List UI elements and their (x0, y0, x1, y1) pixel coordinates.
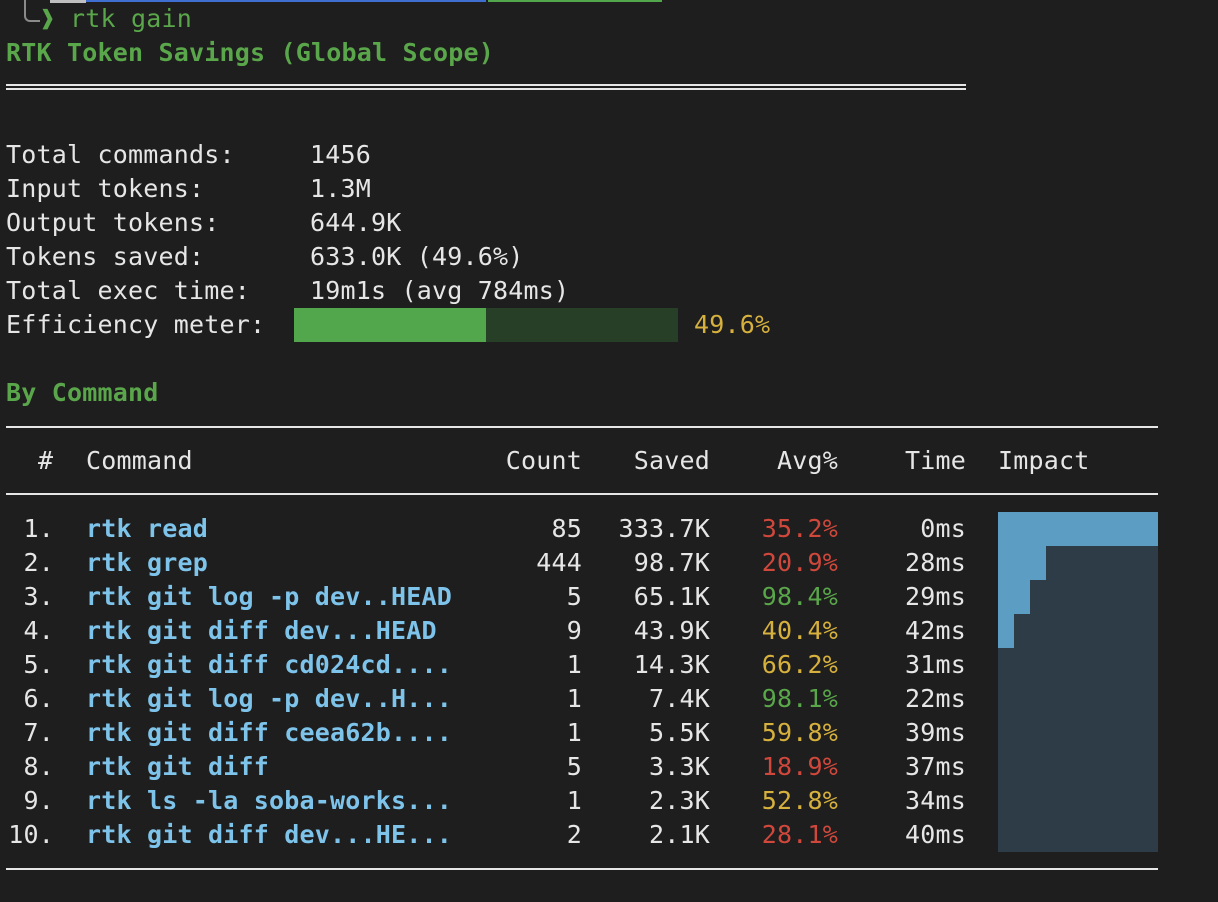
table-bottom-rule (6, 868, 1158, 870)
row-command: rtk git diff (86, 752, 270, 781)
efficiency-meter (294, 308, 678, 342)
row-time: 34ms (904, 786, 966, 815)
efficiency-meter-label: Efficiency meter: (6, 310, 266, 339)
summary-label: Total exec time: (6, 276, 251, 305)
row-count: 5 (566, 752, 582, 781)
row-avg-percent: 98.1% (761, 684, 838, 713)
row-saved: 14.3K (633, 650, 710, 679)
row-count: 1 (566, 650, 582, 679)
by-command-heading: By Command (6, 378, 159, 407)
row-time: 42ms (904, 616, 966, 645)
prompt-command: rtk gain (70, 2, 192, 36)
row-command: rtk git diff dev...HEAD (86, 616, 437, 645)
row-number: 8. (23, 752, 54, 781)
impact-bar (998, 614, 1014, 648)
row-time: 22ms (904, 684, 966, 713)
row-count: 9 (566, 616, 582, 645)
efficiency-meter-fill (294, 308, 486, 342)
row-saved: 3.3K (648, 752, 710, 781)
summary-label: Tokens saved: (6, 242, 205, 271)
row-count: 1 (566, 786, 582, 815)
summary-label: Total commands: (6, 140, 235, 169)
row-count: 1 (566, 718, 582, 747)
header-num: # (38, 446, 54, 475)
header-time: Time (904, 446, 966, 475)
header-impact: Impact (998, 446, 1090, 475)
table-header-rule (6, 493, 1158, 495)
row-command: rtk ls -la soba-works... (86, 786, 453, 815)
row-command: rtk git diff ceea62b.... (86, 718, 453, 747)
impact-chart (998, 512, 1158, 852)
summary-label: Output tokens: (6, 208, 220, 237)
row-number: 10. (8, 820, 54, 849)
table-top-rule (6, 426, 1158, 428)
row-saved: 5.5K (648, 718, 710, 747)
row-avg-percent: 40.4% (761, 616, 838, 645)
row-count: 2 (566, 820, 582, 849)
row-avg-percent: 66.2% (761, 650, 838, 679)
summary-value: 1.3M (310, 174, 372, 203)
row-command: rtk git log -p dev..H... (86, 684, 453, 713)
title-double-rule (6, 84, 966, 90)
row-number: 6. (23, 684, 54, 713)
header-command: Command (86, 446, 193, 475)
row-command: rtk git diff cd024cd.... (86, 650, 453, 679)
impact-bar (998, 512, 1158, 546)
prompt-command-text: rtk gain (70, 4, 193, 33)
row-time: 29ms (904, 582, 966, 611)
row-avg-percent: 28.1% (761, 820, 838, 849)
row-avg-percent: 98.4% (761, 582, 838, 611)
row-count: 5 (566, 582, 582, 611)
row-saved: 98.7K (633, 548, 710, 577)
row-avg-percent: 59.8% (761, 718, 838, 747)
row-time: 40ms (904, 820, 966, 849)
summary-value: 644.9K (310, 208, 402, 237)
impact-bar (998, 546, 1046, 580)
row-avg-percent: 20.9% (761, 548, 838, 577)
row-time: 0ms (920, 514, 966, 543)
impact-bar (998, 580, 1030, 614)
row-command: rtk git log -p dev..HEAD (86, 582, 453, 611)
row-number: 2. (23, 548, 54, 577)
row-saved: 333.7K (618, 514, 710, 543)
row-number: 7. (23, 718, 54, 747)
row-saved: 2.1K (648, 820, 710, 849)
row-command: rtk read (86, 514, 209, 543)
page-title: RTK Token Savings (Global Scope) (6, 38, 495, 67)
header-count: Count (505, 446, 582, 475)
summary-label: Input tokens: (6, 174, 205, 203)
previous-prompt-bar-green (488, 0, 662, 2)
row-number: 1. (23, 514, 54, 543)
row-avg-percent: 52.8% (761, 786, 838, 815)
row-saved: 7.4K (648, 684, 710, 713)
header-saved: Saved (633, 446, 710, 475)
row-saved: 43.9K (633, 616, 710, 645)
row-saved: 2.3K (648, 786, 710, 815)
row-command: rtk grep (86, 548, 209, 577)
prompt-symbol: ❱ (40, 4, 56, 33)
row-time: 39ms (904, 718, 966, 747)
row-number: 4. (23, 616, 54, 645)
row-number: 5. (23, 650, 54, 679)
row-number: 3. (23, 582, 54, 611)
row-number: 9. (23, 786, 54, 815)
summary-value: 19m1s (avg 784ms) (310, 276, 570, 305)
efficiency-meter-value: 49.6% (694, 310, 771, 339)
summary-value: 633.0K (49.6%) (310, 242, 524, 271)
row-command: rtk git diff dev...HE... (86, 820, 453, 849)
row-count: 1 (566, 684, 582, 713)
header-avg: Avg% (776, 446, 838, 475)
prompt-corner-line (24, 0, 40, 22)
row-saved: 65.1K (633, 582, 710, 611)
row-count: 444 (536, 548, 582, 577)
row-avg-percent: 35.2% (761, 514, 838, 543)
row-time: 31ms (904, 650, 966, 679)
row-count: 85 (551, 514, 582, 543)
row-avg-percent: 18.9% (761, 752, 838, 781)
summary-value: 1456 (310, 140, 372, 169)
row-time: 28ms (904, 548, 966, 577)
row-time: 37ms (904, 752, 966, 781)
